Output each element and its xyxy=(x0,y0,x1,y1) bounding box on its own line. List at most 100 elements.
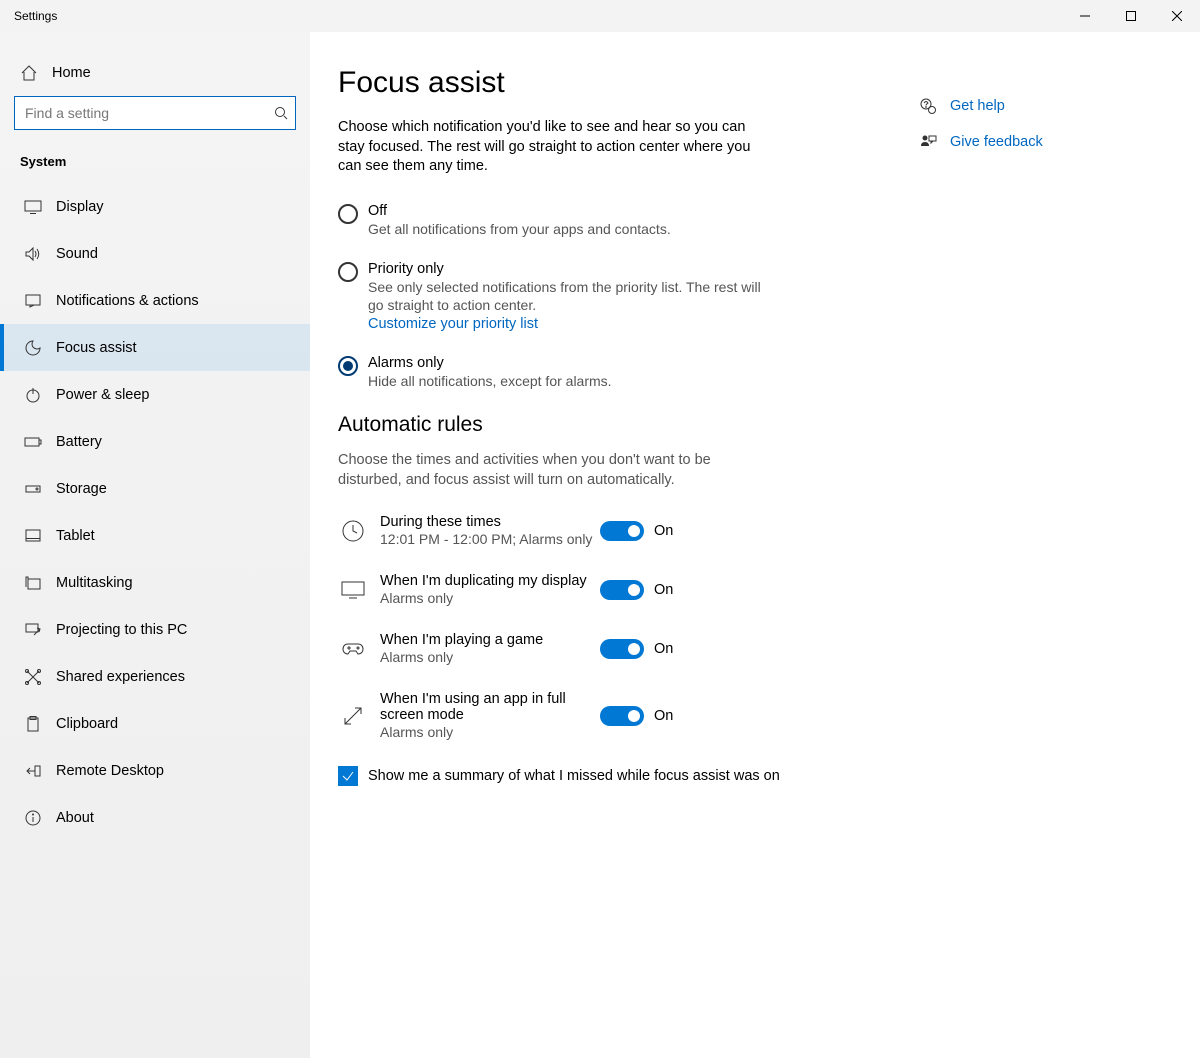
sidebar-item-label: Remote Desktop xyxy=(56,763,164,779)
rule-toggle-state: On xyxy=(654,708,673,724)
sidebar-item-label: Storage xyxy=(56,481,107,497)
help-icon xyxy=(918,96,938,116)
notifications-icon xyxy=(24,292,42,310)
multitasking-icon xyxy=(24,574,42,592)
sidebar-item-storage[interactable]: Storage xyxy=(0,465,310,512)
radio-option-priority[interactable]: Priority only See only selected notifica… xyxy=(338,261,898,334)
sidebar-item-remote-desktop[interactable]: Remote Desktop xyxy=(0,747,310,794)
radio-off-description: Get all notifications from your apps and… xyxy=(368,221,671,239)
right-column: Get help Give feedback xyxy=(898,66,1160,1058)
radio-option-off[interactable]: Off Get all notifications from your apps… xyxy=(338,203,898,239)
monitor-icon xyxy=(338,575,368,605)
search-input[interactable] xyxy=(15,105,267,121)
search-icon xyxy=(267,106,295,120)
rule-subtitle: Alarms only xyxy=(380,590,600,606)
section-label: System xyxy=(0,140,310,183)
page-description: Choose which notification you'd like to … xyxy=(338,118,768,177)
radio-priority[interactable] xyxy=(338,262,358,282)
sidebar-item-multitasking[interactable]: Multitasking xyxy=(0,559,310,606)
automatic-rules-description: Choose the times and activities when you… xyxy=(338,451,778,490)
radio-priority-title: Priority only xyxy=(368,261,778,277)
sidebar-item-label: Projecting to this PC xyxy=(56,622,187,638)
rule-title: When I'm using an app in full screen mod… xyxy=(380,691,600,723)
rule-title: During these times xyxy=(380,514,600,530)
battery-icon xyxy=(24,433,42,451)
sidebar-item-display[interactable]: Display xyxy=(0,183,310,230)
sidebar-item-tablet[interactable]: Tablet xyxy=(0,512,310,559)
rule-toggle-state: On xyxy=(654,641,673,657)
tablet-icon xyxy=(24,527,42,545)
close-button[interactable] xyxy=(1154,0,1200,32)
rule-toggle[interactable] xyxy=(600,580,644,600)
get-help-label: Get help xyxy=(950,98,1005,114)
sidebar-item-power[interactable]: Power & sleep xyxy=(0,371,310,418)
give-feedback-link[interactable]: Give feedback xyxy=(918,132,1160,152)
page-title: Focus assist xyxy=(338,66,898,100)
radio-off[interactable] xyxy=(338,204,358,224)
gamepad-icon xyxy=(338,634,368,664)
radio-priority-description: See only selected notifications from the… xyxy=(368,279,778,315)
storage-icon xyxy=(24,480,42,498)
sidebar-item-label: Multitasking xyxy=(56,575,133,591)
sidebar-item-clipboard[interactable]: Clipboard xyxy=(0,700,310,747)
give-feedback-label: Give feedback xyxy=(950,134,1043,150)
sidebar-item-label: Display xyxy=(56,199,104,215)
summary-checkbox[interactable] xyxy=(338,766,358,786)
rule-toggle[interactable] xyxy=(600,706,644,726)
remote-desktop-icon xyxy=(24,762,42,780)
power-icon xyxy=(24,386,42,404)
clipboard-icon xyxy=(24,715,42,733)
sidebar-item-label: Clipboard xyxy=(56,716,118,732)
sidebar-item-label: Tablet xyxy=(56,528,95,544)
home-label: Home xyxy=(52,65,91,81)
rule-subtitle: 12:01 PM - 12:00 PM; Alarms only xyxy=(380,531,600,547)
sidebar-item-sound[interactable]: Sound xyxy=(0,230,310,277)
about-icon xyxy=(24,809,42,827)
feedback-icon xyxy=(918,132,938,152)
rule-toggle[interactable] xyxy=(600,639,644,659)
minimize-button[interactable] xyxy=(1062,0,1108,32)
rule-subtitle: Alarms only xyxy=(380,649,600,665)
automatic-rules-heading: Automatic rules xyxy=(338,413,898,437)
rule-playing-a-game[interactable]: When I'm playing a game Alarms only On xyxy=(338,632,898,665)
main-content: Focus assist Choose which notification y… xyxy=(338,66,898,1058)
focus-assist-icon xyxy=(24,339,42,357)
rule-toggle[interactable] xyxy=(600,521,644,541)
radio-option-alarms[interactable]: Alarms only Hide all notifications, exce… xyxy=(338,355,898,391)
rule-title: When I'm duplicating my display xyxy=(380,573,600,589)
fullscreen-icon xyxy=(338,701,368,731)
window-controls xyxy=(1062,0,1200,32)
sound-icon xyxy=(24,245,42,263)
sidebar-item-about[interactable]: About xyxy=(0,794,310,841)
radio-alarms[interactable] xyxy=(338,356,358,376)
projecting-icon xyxy=(24,621,42,639)
customize-priority-link[interactable]: Customize your priority list xyxy=(368,316,538,332)
rule-subtitle: Alarms only xyxy=(380,724,600,740)
sidebar-item-label: Sound xyxy=(56,246,98,262)
get-help-link[interactable]: Get help xyxy=(918,96,1160,116)
home-link[interactable]: Home xyxy=(0,50,310,96)
rule-during-these-times[interactable]: During these times 12:01 PM - 12:00 PM; … xyxy=(338,514,898,547)
clock-icon xyxy=(338,516,368,546)
sidebar-item-label: Focus assist xyxy=(56,340,137,356)
rule-fullscreen-app[interactable]: When I'm using an app in full screen mod… xyxy=(338,691,898,740)
sidebar-item-label: About xyxy=(56,810,94,826)
sidebar-item-label: Power & sleep xyxy=(56,387,150,403)
maximize-button[interactable] xyxy=(1108,0,1154,32)
sidebar-item-focus-assist[interactable]: Focus assist xyxy=(0,324,310,371)
rule-duplicating-display[interactable]: When I'm duplicating my display Alarms o… xyxy=(338,573,898,606)
sidebar-item-notifications[interactable]: Notifications & actions xyxy=(0,277,310,324)
rule-toggle-state: On xyxy=(654,582,673,598)
sidebar-item-battery[interactable]: Battery xyxy=(0,418,310,465)
radio-alarms-title: Alarms only xyxy=(368,355,612,371)
titlebar: Settings xyxy=(0,0,1200,32)
home-icon xyxy=(20,64,38,82)
sidebar-item-projecting[interactable]: Projecting to this PC xyxy=(0,606,310,653)
sidebar-item-label: Shared experiences xyxy=(56,669,185,685)
sidebar-item-shared[interactable]: Shared experiences xyxy=(0,653,310,700)
summary-checkbox-row[interactable]: Show me a summary of what I missed while… xyxy=(338,766,898,786)
rule-title: When I'm playing a game xyxy=(380,632,600,648)
sidebar-item-label: Notifications & actions xyxy=(56,293,199,309)
search-box[interactable] xyxy=(14,96,296,130)
sidebar: Home System Display Sound xyxy=(0,32,310,1058)
